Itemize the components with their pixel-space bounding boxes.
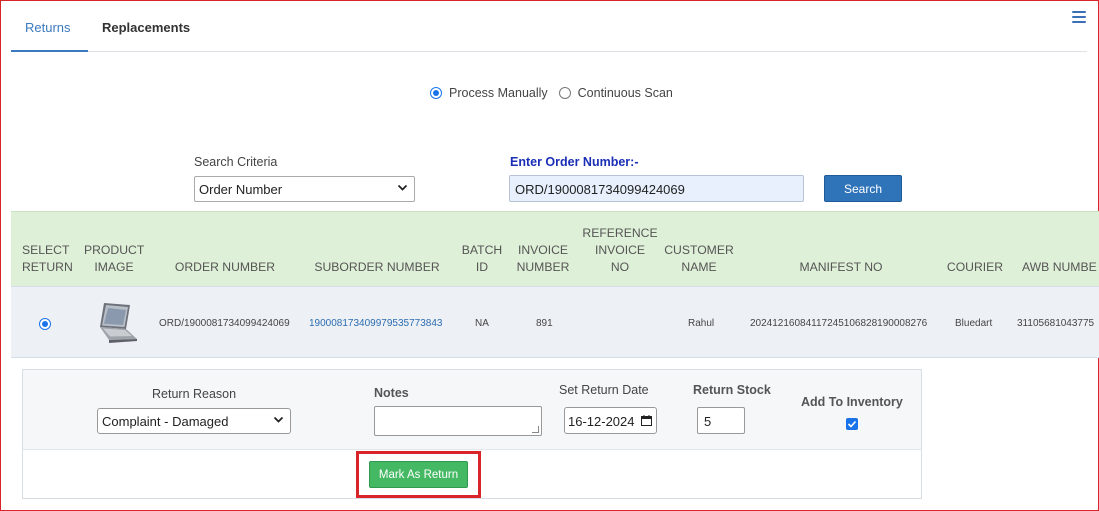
cell-batch-id: NA — [475, 318, 489, 329]
header-reference-invoice: REFERENCE INVOICE NO — [582, 226, 658, 274]
calendar-icon[interactable] — [641, 415, 652, 426]
notes-label: Notes — [374, 386, 409, 400]
header-invoice-number: INVOICE NUMBER — [516, 243, 570, 274]
notes-textarea[interactable] — [374, 406, 542, 436]
chevron-down-icon — [397, 182, 408, 193]
return-reason-value: Complaint - Damaged — [102, 414, 229, 429]
cell-invoice-number: 891 — [536, 318, 553, 329]
return-form-panel: Return Reason Complaint - Damaged Notes … — [22, 369, 922, 499]
order-number-input[interactable]: ORD/1900081734099424069 — [509, 175, 804, 202]
process-manually-label[interactable]: Process Manually — [449, 86, 548, 100]
add-to-inventory-checkbox[interactable] — [846, 418, 858, 430]
header-order-number: ORDER NUMBER — [174, 260, 276, 274]
table-row: ORD/1900081734099424069 1900081734099795… — [11, 286, 1099, 358]
search-button[interactable]: Search — [824, 175, 902, 202]
tab-returns[interactable]: Returns — [25, 20, 71, 35]
header-courier: COURIER — [946, 260, 1004, 274]
header-customer-name: CUSTOMER NAME — [664, 243, 734, 274]
add-to-inventory-label: Add To Inventory — [801, 395, 903, 409]
header-select-return: SELECT RETURN — [22, 243, 73, 274]
header-suborder-number: SUBORDER NUMBER — [314, 260, 440, 274]
header-awb-number: AWB NUMBE — [1022, 260, 1097, 274]
return-reason-label: Return Reason — [152, 387, 237, 401]
tab-replacements[interactable]: Replacements — [102, 20, 190, 35]
cell-order-number: ORD/1900081734099424069 — [159, 318, 290, 329]
return-stock-input[interactable]: 5 — [697, 407, 745, 434]
active-tab-indicator — [11, 50, 88, 52]
product-image — [100, 303, 137, 343]
return-date-label: Set Return Date — [559, 383, 649, 397]
cell-awb-number: 31105681043775 — [1017, 318, 1095, 329]
header-product-image: PRODUCT IMAGE — [84, 243, 145, 274]
table-header: SELECT RETURN PRODUCT IMAGE ORDER NUMBER S… — [11, 211, 1099, 286]
cell-customer-name: Rahul — [688, 318, 715, 329]
continuous-scan-label[interactable]: Continuous Scan — [578, 86, 673, 100]
return-date-value: 16-12-2024 — [568, 414, 635, 429]
search-criteria-select[interactable]: Order Number — [194, 176, 415, 202]
cell-manifest-no: 20241216084117245106828190008276 — [750, 318, 928, 329]
tab-bar: Returns Replacements — [11, 0, 1087, 52]
hamburger-menu-icon[interactable] — [1072, 11, 1086, 24]
checkmark-icon — [847, 420, 857, 428]
select-return-radio[interactable] — [39, 318, 51, 330]
header-batch-id: BATCH ID — [461, 243, 503, 274]
return-form-fields: Return Reason Complaint - Damaged Notes … — [23, 370, 921, 450]
cell-courier: Bluedart — [955, 318, 993, 329]
chevron-down-icon — [273, 414, 284, 425]
search-criteria-label: Search Criteria — [194, 155, 278, 169]
mark-as-return-button[interactable]: Mark As Return — [369, 461, 468, 488]
continuous-scan-radio[interactable] — [558, 87, 571, 99]
process-manually-radio[interactable] — [430, 87, 442, 99]
return-reason-select[interactable]: Complaint - Damaged — [97, 408, 291, 434]
header-manifest-no: MANIFEST NO — [799, 260, 883, 274]
search-criteria-value: Order Number — [199, 182, 283, 197]
order-number-label: Enter Order Number:- — [510, 155, 639, 169]
return-stock-label: Return Stock — [693, 383, 771, 397]
mode-selector: Process Manually Continuous Scan — [430, 86, 684, 100]
return-date-input[interactable]: 16-12-2024 — [564, 407, 657, 434]
cell-suborder-number[interactable]: 190008173409979535773843 — [309, 318, 442, 329]
